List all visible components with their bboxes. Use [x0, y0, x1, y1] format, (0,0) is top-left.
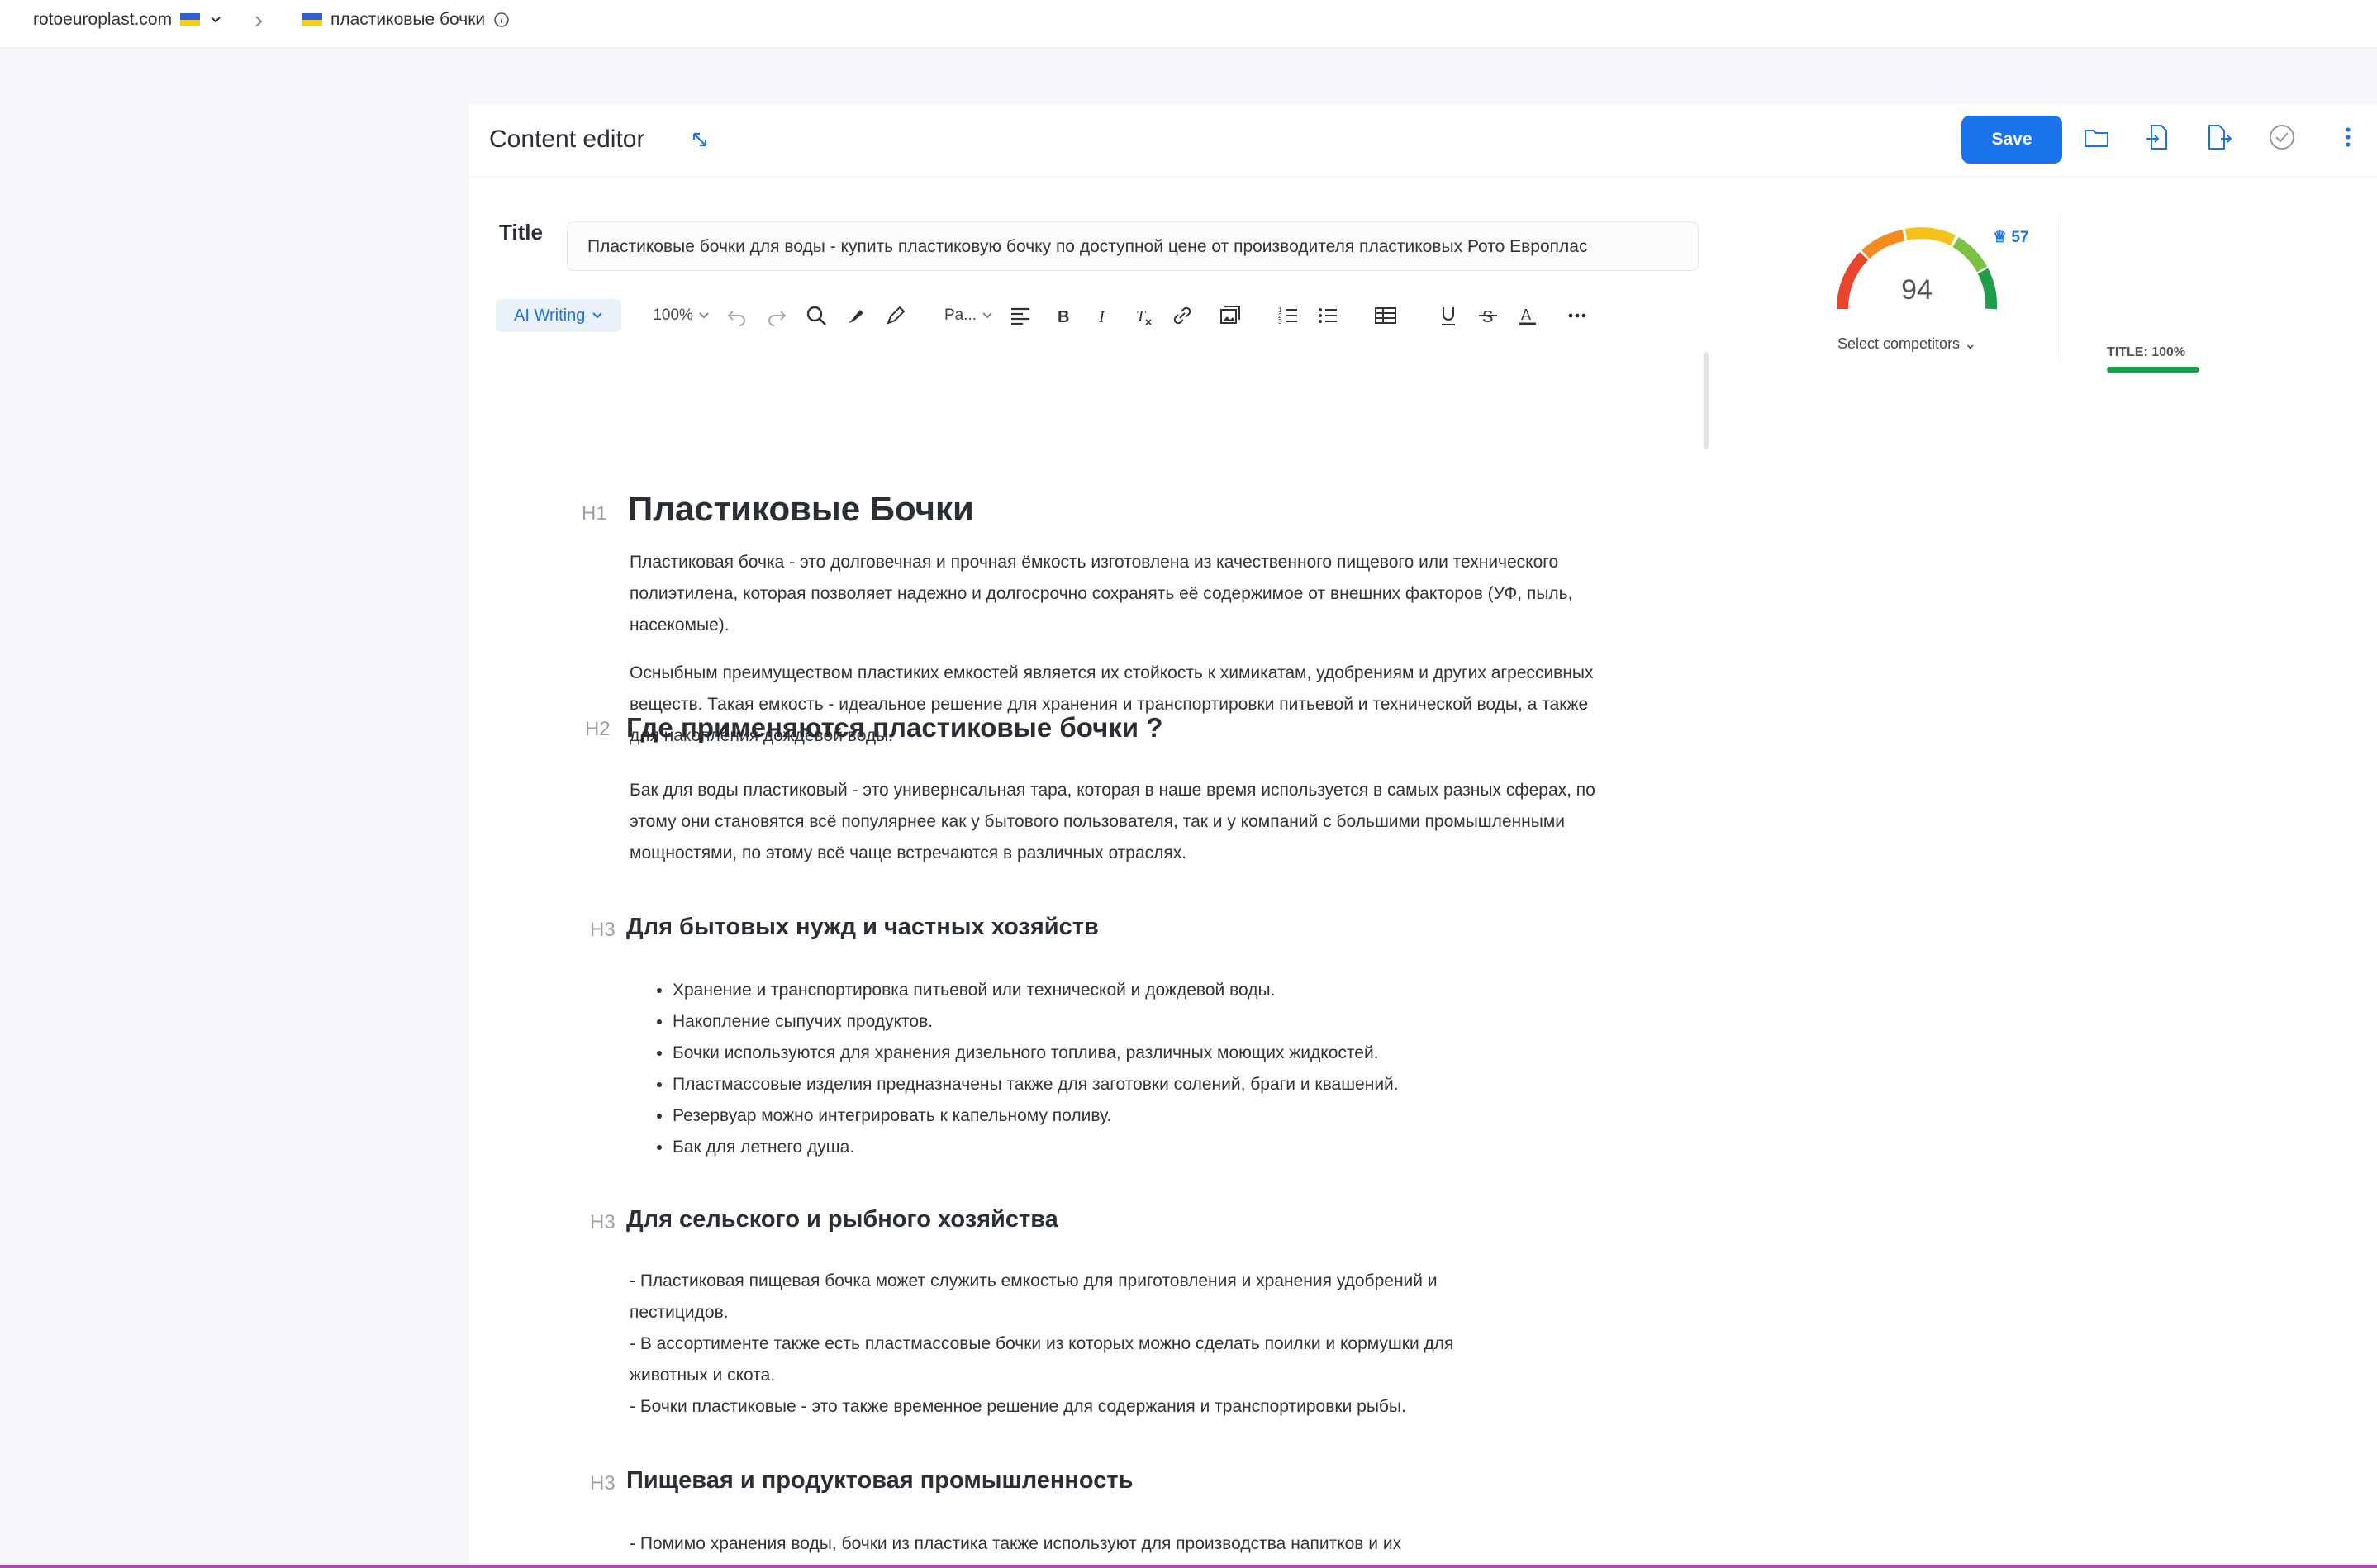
underline-icon[interactable] — [1436, 303, 1461, 328]
list-item: Резервуар можно интегрировать к капельно… — [673, 1100, 1399, 1132]
page-crumb[interactable]: пластиковые бочки — [302, 10, 510, 30]
page-title: Content editor — [489, 126, 645, 153]
image-gallery-icon[interactable] — [1218, 303, 1243, 328]
chevron-down-icon — [699, 312, 709, 319]
svg-text:T: T — [1136, 307, 1147, 325]
editor-header: Content editor Save — [469, 104, 2377, 177]
content-score: 94 — [1901, 274, 1933, 306]
select-competitors[interactable]: Select competitors ⌄ — [1837, 335, 1976, 353]
highlighter-icon[interactable] — [844, 303, 868, 328]
paragraph-5: - В ассортименте также есть пластмассовы… — [630, 1334, 1454, 1385]
chevron-down-icon — [982, 312, 992, 319]
heading-h2: Где применяются пластиковые бочки ? — [626, 712, 1163, 743]
chevron-down-icon: ⌄ — [1964, 335, 1977, 352]
table-icon[interactable] — [1373, 303, 1398, 328]
h3-marker: H3 — [590, 1211, 616, 1233]
svg-text:I: I — [1098, 308, 1105, 326]
competitor-score: ♕ 57 — [1993, 228, 2028, 247]
paragraph-select[interactable]: Pa... — [944, 306, 993, 325]
site-name: rotoeuroplast.com — [33, 10, 173, 29]
expand-icon[interactable] — [687, 127, 712, 152]
competitor-score-value: 57 — [2011, 229, 2029, 246]
heading-h3-food: Пищевая и продуктовая промышленность — [626, 1467, 1134, 1494]
redo-icon[interactable] — [764, 303, 789, 328]
bullet-list-icon[interactable] — [1315, 303, 1340, 328]
numbered-list-icon[interactable]: 123 — [1276, 303, 1300, 328]
chevron-right-icon — [255, 16, 263, 27]
info-icon[interactable] — [493, 12, 510, 28]
zoom-value: 100% — [653, 306, 693, 324]
list-item: Накопление сыпучих продуктов. — [673, 1006, 1399, 1038]
heading-h3-household: Для бытовых нужд и частных хозяйств — [626, 914, 1099, 940]
svg-text:S: S — [1482, 308, 1493, 326]
paragraph-7: - Помимо хранения воды, бочки из пластик… — [630, 1534, 1402, 1553]
h2-marker: H2 — [585, 718, 611, 740]
editor-scrollbar[interactable] — [1704, 352, 1709, 449]
more-vertical-icon[interactable] — [2332, 121, 2365, 154]
strikethrough-icon[interactable]: S — [1476, 303, 1500, 328]
undo-icon[interactable] — [725, 303, 749, 328]
list-item: Бак для летнего душа. — [673, 1132, 1399, 1163]
paragraph-6: - Бочки пластиковые - это также временно… — [630, 1397, 1406, 1416]
ai-writing-label: AI Writing — [514, 306, 586, 325]
site-selector[interactable]: rotoeuroplast.com — [33, 10, 223, 30]
paragraph-3: Бак для воды пластиковый - это универнса… — [630, 781, 1595, 862]
save-button[interactable]: Save — [1961, 116, 2062, 164]
import-document-icon[interactable] — [2142, 121, 2175, 154]
paragraph-value: Pa... — [944, 306, 977, 324]
pen-icon[interactable] — [883, 303, 908, 328]
search-icon[interactable] — [804, 303, 829, 328]
title-label: Title — [499, 220, 543, 245]
ukraine-flag-icon — [180, 13, 201, 26]
page-name: пластиковые бочки — [330, 10, 486, 29]
list-item: Бочки используются для хранения дизельно… — [673, 1038, 1399, 1069]
italic-icon[interactable]: I — [1091, 303, 1115, 328]
clear-format-icon[interactable]: T — [1130, 303, 1155, 328]
more-horizontal-icon[interactable] — [1565, 303, 1590, 328]
metric-title-fill — [2107, 367, 2199, 373]
editor-content[interactable]: H1 Пластиковые Бочки Пластиковая бочка -… — [469, 352, 1700, 1568]
svg-text:B: B — [1058, 308, 1069, 326]
check-circle-icon[interactable] — [2265, 121, 2299, 154]
paragraph-1: Пластиковая бочка - это долговечная и пр… — [630, 553, 1573, 634]
bold-icon[interactable]: B — [1051, 303, 1076, 328]
editor-toolbar: AI Writing 100% Pa... B I T 123 S A — [496, 292, 1710, 339]
zoom-select[interactable]: 100% — [653, 306, 710, 325]
select-competitors-label: Select competitors — [1837, 335, 1961, 352]
bottom-border — [0, 1565, 2377, 1568]
heading-h1: Пластиковые Бочки — [628, 489, 974, 528]
metric-title: TITLE: 100% — [2107, 345, 2186, 359]
h3-marker: H3 — [590, 919, 616, 941]
content-editor-panel: Content editor Save Title Пластиковые бо… — [469, 104, 2377, 1568]
metric-title-bar — [2107, 367, 2199, 373]
chevron-down-icon — [592, 312, 603, 319]
align-left-icon[interactable] — [1008, 303, 1033, 328]
chevron-down-icon — [211, 17, 221, 23]
svg-text:3: 3 — [1278, 318, 1282, 325]
title-input[interactable]: Пластиковые бочки для воды - купить плас… — [567, 221, 1699, 271]
list-item: Пластмассовые изделия предназначены такж… — [673, 1069, 1399, 1100]
svg-text:A: A — [1521, 306, 1531, 323]
h1-marker: H1 — [582, 502, 607, 525]
open-folder-icon[interactable] — [2080, 121, 2113, 154]
ukraine-flag-icon — [302, 13, 322, 26]
optimization-sidebar: 94 ♕ 57 Select competitors ⌄ TITLE: 100% — [1745, 177, 2377, 1568]
heading-h3-agriculture: Для сельского и рыбного хозяйства — [626, 1206, 1058, 1233]
export-document-icon[interactable] — [2203, 121, 2236, 154]
bullet-list: Хранение и транспортировка питьевой или … — [673, 975, 1399, 1163]
link-icon[interactable] — [1170, 303, 1195, 328]
top-bar: rotoeuroplast.com пластиковые бочки — [0, 0, 2377, 48]
ai-writing-button[interactable]: AI Writing — [496, 299, 622, 332]
list-item: Хранение и транспортировка питьевой или … — [673, 975, 1399, 1006]
paragraph-4: - Пластиковая пищевая бочка может служит… — [630, 1271, 1438, 1322]
text-color-icon[interactable]: A — [1515, 303, 1540, 328]
trophy-icon: ♕ — [1993, 229, 2008, 246]
h3-marker: H3 — [590, 1472, 616, 1494]
